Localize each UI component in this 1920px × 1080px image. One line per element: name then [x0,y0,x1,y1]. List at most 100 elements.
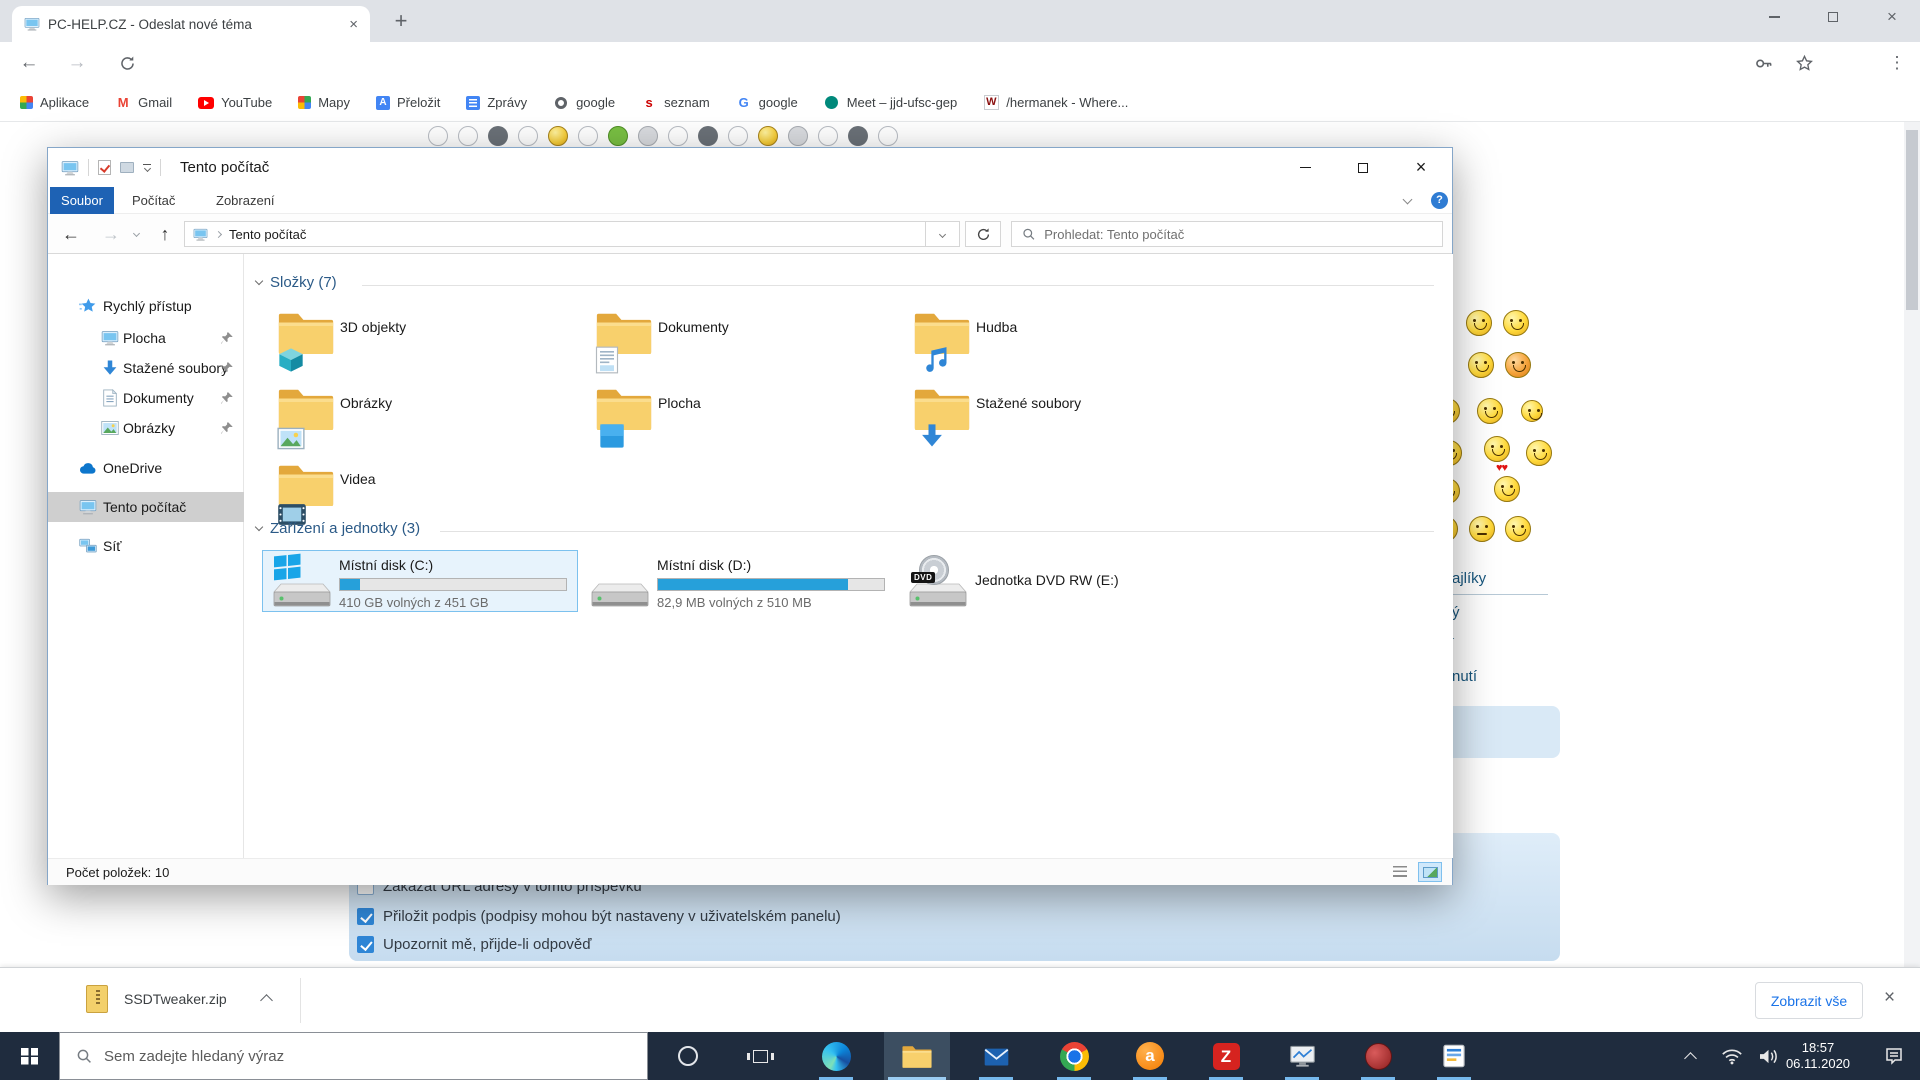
taskbar-avast[interactable]: a [1126,1032,1174,1080]
explorer-close-button[interactable]: × [1397,148,1445,187]
smiley-icon[interactable] [1477,398,1503,424]
folder-tile-dokumenty[interactable]: Dokumenty [582,310,882,372]
smiley-icon[interactable] [878,126,898,146]
browser-maximize-button[interactable] [1809,0,1857,34]
collapse-chevron-icon[interactable] [255,523,263,531]
smiley-icon[interactable] [1484,436,1510,462]
folder-tile-3d-objekty[interactable]: 3D objekty [264,310,564,372]
sidebar-item-tento-pocitac[interactable]: Tento počítač [48,492,244,522]
bookmark-star-icon[interactable] [1789,42,1819,84]
folder-tile-videa[interactable]: Videa [264,462,564,524]
new-tab-button[interactable]: + [388,8,414,34]
smiley-icon[interactable] [818,126,838,146]
checkbox[interactable] [357,908,374,925]
bookmark-hermanek[interactable]: W/hermanek - Where... [983,95,1128,111]
smiley-icon[interactable] [608,126,628,146]
smiley-icon[interactable] [1466,310,1492,336]
nav-back-button[interactable]: ← [56,214,86,254]
reload-button[interactable] [112,42,142,84]
smiley-icon[interactable] [1521,400,1543,422]
explorer-maximize-button[interactable] [1339,148,1387,187]
sidebar-item-onedrive[interactable]: OneDrive [48,454,244,482]
tab-pocitac[interactable]: Počítač [132,187,175,214]
sidebar-item-quick-access[interactable]: Rychlý přístup [48,292,244,320]
scrollbar-thumb[interactable] [1906,130,1918,310]
smiley-icon[interactable] [428,126,448,146]
sidebar-link[interactable]: ý [1452,604,1460,621]
download-options-chevron-icon[interactable] [260,994,273,1007]
bookmark-gmail[interactable]: MGmail [115,95,172,111]
download-file-name[interactable]: SSDTweaker.zip [124,991,227,1007]
smiley-icon[interactable] [638,126,658,146]
sidebar-item-plocha[interactable]: Plocha [48,324,244,352]
smiley-icon[interactable] [848,126,868,146]
bookmark-maps[interactable]: Mapy [298,95,350,110]
tray-show-hidden-icons[interactable] [1672,1032,1708,1080]
folder-tile-stazene-soubory[interactable]: Stažené soubory [900,386,1200,448]
tab-close-icon[interactable]: × [349,16,358,33]
smiley-icon[interactable] [518,126,538,146]
bookmark-google-gear[interactable]: google [553,95,615,111]
address-dropdown-icon[interactable] [926,221,960,247]
taskbar-clock[interactable]: 18:57 06.11.2020 [1768,1032,1868,1080]
nav-history-icon[interactable] [133,230,140,237]
drive-tile-dvd[interactable]: DVD Jednotka DVD RW (E:) [898,550,1214,612]
smiley-icon[interactable] [488,126,508,146]
checkbox[interactable] [357,936,374,953]
sidebar-item-stazene-soubory[interactable]: Stažené soubory [48,354,244,382]
explorer-address-bar[interactable]: Tento počítač [184,221,926,247]
bookmark-youtube[interactable]: YouTube [198,95,272,111]
forward-button[interactable]: → [62,42,92,84]
taskbar-chrome[interactable] [1050,1032,1098,1080]
ribbon-collapse-icon[interactable] [1403,195,1413,205]
smiley-icon[interactable] [698,126,718,146]
task-view-button[interactable] [736,1032,784,1080]
back-button[interactable]: ← [14,42,44,84]
sidebar-link[interactable]: ajlíky [1452,570,1486,587]
smiley-icon[interactable] [728,126,748,146]
smiley-icon[interactable] [788,126,808,146]
sidebar-item-dokumenty[interactable]: Dokumenty [48,384,244,412]
smiley-icon[interactable] [668,126,688,146]
password-key-icon[interactable] [1748,42,1778,84]
smiley-icon[interactable] [1468,352,1494,378]
drive-tile-d[interactable]: Místní disk (D:) 82,9 MB volných z 510 M… [580,550,896,612]
taskbar-zoner[interactable]: Z [1202,1032,1250,1080]
show-all-downloads-button[interactable]: Zobrazit vše [1755,982,1863,1019]
explorer-search-box[interactable] [1011,221,1443,247]
bookmark-google[interactable]: Ggoogle [736,95,798,111]
customize-toolbar-icon[interactable] [143,164,151,171]
nav-up-button[interactable]: ↑ [150,214,180,254]
taskbar-notes[interactable] [1430,1032,1478,1080]
nav-forward-button[interactable]: → [96,214,126,254]
folder-tile-obrazky[interactable]: Obrázky [264,386,564,448]
refresh-button[interactable] [965,221,1001,247]
smiley-icon[interactable] [458,126,478,146]
bookmark-news[interactable]: Zprávy [466,95,527,110]
browser-close-button[interactable]: × [1868,0,1916,34]
browser-minimize-button[interactable] [1750,0,1798,34]
explorer-minimize-button[interactable] [1281,148,1329,187]
taskbar-resource-monitor[interactable] [1278,1032,1326,1080]
download-bar-close-icon[interactable]: × [1884,987,1895,1009]
smiley-icon[interactable] [1503,310,1529,336]
taskbar-search-box[interactable] [59,1032,648,1080]
collapse-chevron-icon[interactable] [255,277,263,285]
tab-zobrazeni[interactable]: Zobrazení [216,187,275,214]
group-header-drives[interactable]: Zařízení a jednotky (3) [256,520,420,537]
smiley-icon[interactable] [1469,516,1495,542]
folder-tile-plocha[interactable]: Plocha [582,386,882,448]
explorer-search-input[interactable] [1044,227,1432,242]
tab-soubor[interactable]: Soubor [50,187,114,214]
details-view-button[interactable] [1388,862,1412,882]
tray-wifi[interactable] [1712,1032,1752,1080]
taskbar-search-input[interactable] [104,1048,544,1065]
cortana-button[interactable] [664,1032,712,1080]
browser-tab[interactable]: PC-HELP.CZ - Odeslat nové téma × [12,6,370,42]
start-button[interactable] [0,1032,59,1080]
properties-icon[interactable] [98,160,111,175]
taskbar-file-explorer[interactable] [884,1032,950,1080]
bookmark-apps[interactable]: Aplikace [20,95,89,110]
taskbar-mail[interactable] [972,1032,1020,1080]
smiley-icon[interactable] [1526,440,1552,466]
